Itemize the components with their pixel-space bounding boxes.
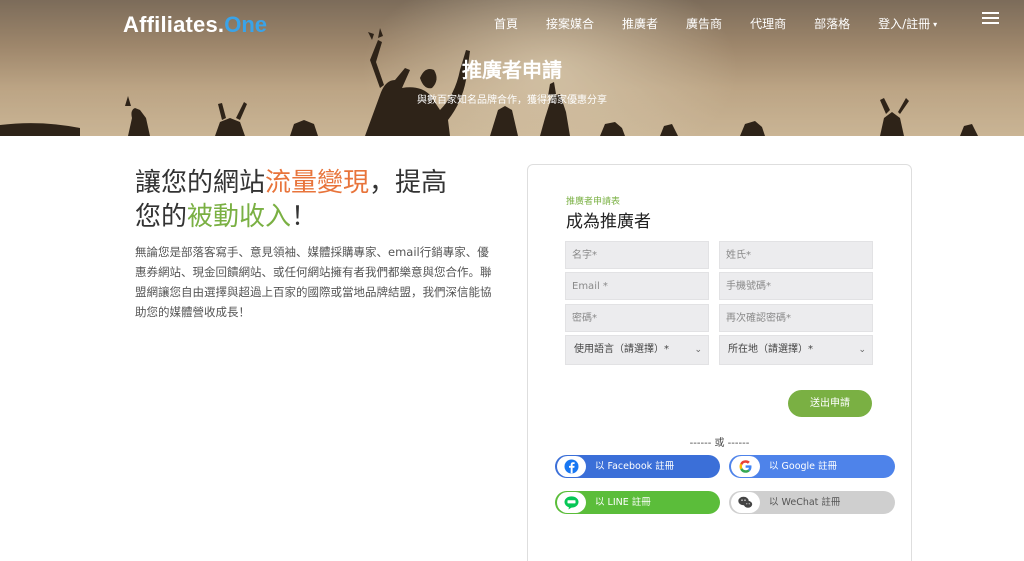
confirm-password-field[interactable] (719, 304, 873, 332)
language-select-value: 使用語言（請選擇）* (574, 344, 669, 355)
headline-part-4: 您的 (135, 202, 188, 232)
line-icon (564, 496, 579, 510)
nav-item-matching[interactable]: 接案媒合 (532, 15, 608, 33)
form-title: 成為推廣者 (566, 212, 651, 232)
chevron-down-icon: ⌄ (694, 345, 702, 355)
main-navigation: 首頁 接案媒合 推廣者 廣告商 代理商 部落格 登入/註冊 ▾ (480, 15, 951, 33)
language-select[interactable]: 使用語言（請選擇）* ⌄ (565, 335, 709, 365)
headline-part-1: 讓您的網站 (135, 168, 266, 198)
nav-item-home[interactable]: 首頁 (480, 15, 532, 33)
intro-description: 無論您是部落客寫手、意見領袖、媒體採購專家、email行銷專家、優惠券網站、現金… (135, 245, 492, 319)
site-logo[interactable]: Affiliates. One (123, 12, 267, 42)
google-icon-badge (731, 456, 760, 477)
or-divider: ------ 或 ------ (689, 438, 750, 449)
nav-login-label: 登入/註冊 (878, 17, 931, 31)
wechat-signup-label: 以 WeChat 註冊 (769, 497, 841, 508)
chevron-down-icon: ▾ (933, 20, 938, 29)
nav-item-advertisers[interactable]: 廣告商 (672, 15, 736, 33)
nav-item-agencies[interactable]: 代理商 (736, 15, 800, 33)
headline-part-3: ，提高 (369, 168, 448, 198)
nav-item-publishers[interactable]: 推廣者 (608, 15, 672, 33)
headline-highlight-traffic: 流量變現 (265, 168, 370, 198)
page-subtitle: 與數百家知名品牌合作，獲得獨家優惠分享 (417, 95, 607, 106)
logo-accent-text: One (224, 12, 268, 37)
facebook-icon (564, 459, 579, 474)
form-tag: 推廣者申請表 (566, 197, 621, 207)
location-select-value: 所在地（請選擇）* (728, 344, 813, 355)
wechat-icon (738, 496, 753, 508)
first-name-field[interactable] (565, 241, 709, 269)
headline-part-6: ！ (291, 202, 318, 232)
chevron-down-icon: ⌄ (858, 345, 866, 355)
nav-item-blog[interactable]: 部落格 (800, 15, 864, 33)
intro-headline: 讓您的網站流量變現，提高 您的被動收入！ (135, 166, 495, 234)
facebook-signup-label: 以 Facebook 註冊 (595, 461, 675, 472)
location-select[interactable]: 所在地（請選擇）* ⌄ (719, 335, 873, 365)
google-signup-button[interactable]: 以 Google 註冊 (729, 455, 895, 478)
wechat-icon-badge (731, 492, 760, 513)
google-icon (739, 460, 752, 473)
wechat-signup-button[interactable]: 以 WeChat 註冊 (729, 491, 895, 514)
line-signup-label: 以 LINE 註冊 (595, 497, 651, 508)
hamburger-icon[interactable] (982, 12, 999, 25)
password-field[interactable] (565, 304, 709, 332)
email-field[interactable] (565, 272, 709, 300)
submit-application-button[interactable]: 送出申請 (788, 390, 872, 417)
google-signup-label: 以 Google 註冊 (769, 461, 838, 472)
line-signup-button[interactable]: 以 LINE 註冊 (555, 491, 720, 514)
logo-text: Affiliates. (123, 12, 225, 37)
line-icon-badge (557, 492, 586, 513)
nav-item-login-register[interactable]: 登入/註冊 ▾ (864, 15, 951, 33)
phone-field[interactable] (719, 272, 873, 300)
page-title: 推廣者申請 (462, 58, 562, 82)
facebook-signup-button[interactable]: 以 Facebook 註冊 (555, 455, 720, 478)
headline-highlight-income: 被動收入 (187, 202, 292, 232)
last-name-field[interactable] (719, 241, 873, 269)
facebook-icon-badge (557, 456, 586, 477)
